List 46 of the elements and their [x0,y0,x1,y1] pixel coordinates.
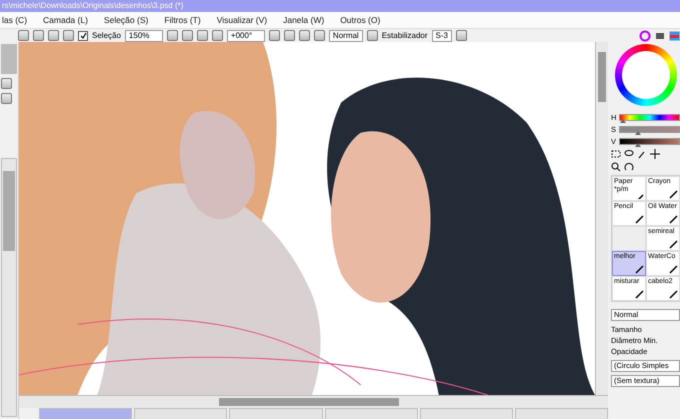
stabilizer-label: Estabilizador [382,31,428,40]
zoom-dropdown-button[interactable] [166,30,178,41]
zoom-out-button[interactable] [182,30,193,41]
move-icon[interactable] [650,149,660,159]
lasso-icon[interactable] [624,149,634,159]
panel-button[interactable] [1,78,12,89]
rotate-right-button[interactable] [284,30,295,41]
swatches-icon[interactable] [669,30,680,40]
preview-panel [1,44,17,74]
view-mode-field[interactable]: Normal [328,30,363,42]
menu-item[interactable]: Camada (L) [43,15,88,25]
menu-item[interactable]: las (C) [2,15,28,25]
selection-label: Seleção [92,31,121,40]
rotate-reset-button[interactable] [298,30,310,41]
slider-thumb[interactable] [634,143,641,147]
zoom-in-button[interactable] [196,30,208,41]
horizontal-scrollbar[interactable] [19,395,608,408]
menu-item[interactable]: Seleção (S) [104,15,148,25]
flip-button[interactable] [314,30,325,41]
deselect-button[interactable] [48,30,59,41]
color-wheel-icon[interactable] [639,30,651,42]
zoom-field[interactable]: 150% [124,30,163,42]
window-title: rs\michele\Downloads\Originals\desenhos\3.psd (*) [1,1,184,10]
menu-item[interactable]: Visualizar (V) [216,15,268,25]
menu-item[interactable]: Outros (O) [340,15,380,25]
undo-button[interactable] [18,30,29,41]
zoom-reset-button[interactable] [212,30,223,41]
redo-button[interactable] [33,30,44,41]
color-slider[interactable] [619,126,680,133]
lines-icon[interactable] [655,30,665,40]
stabilizer-field[interactable]: S-3 [432,30,452,42]
invert-button[interactable] [63,30,74,41]
scrollbar[interactable] [1,158,17,417]
vertical-scrollbar[interactable] [595,42,608,395]
rotate-left-button[interactable] [268,30,280,41]
menu-item[interactable]: Janela (W) [283,15,324,25]
panel-button[interactable] [1,93,12,104]
color-slider[interactable] [619,114,680,121]
search-icon[interactable] [611,162,621,172]
menu-item[interactable]: Filtros (T) [164,15,201,25]
selection-tool-icon[interactable] [611,149,621,159]
rotation-field[interactable]: +000° [226,30,265,42]
selection-checkbox[interactable] [78,30,88,40]
view-mode-button[interactable] [366,30,378,41]
stabilizer-dropdown-button[interactable] [456,30,467,41]
color-slider[interactable] [619,138,680,145]
